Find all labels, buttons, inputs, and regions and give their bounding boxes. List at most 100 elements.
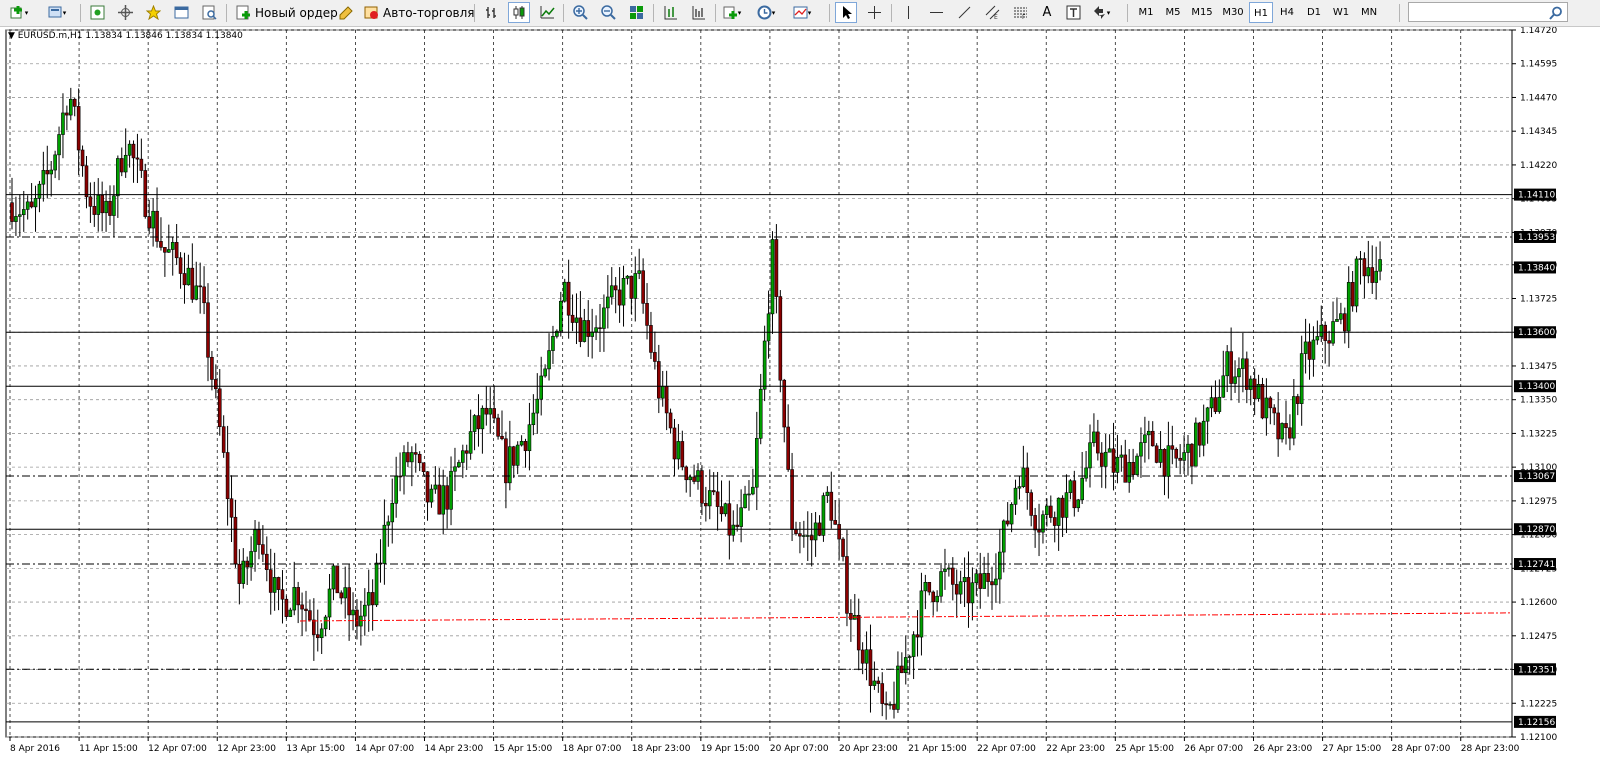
navigator-crosshair-icon[interactable]	[114, 2, 136, 23]
candle-body	[641, 270, 645, 304]
candle-body	[1135, 455, 1139, 476]
auto-trading-button[interactable]: Авто-торговля	[360, 2, 479, 23]
price-level-label: 1.12741	[1518, 560, 1555, 570]
candle-body	[65, 112, 69, 116]
time-tick-label: 11 Apr 15:00	[79, 744, 138, 754]
price-chart[interactable]: 1.147201.145951.144701.143451.142201.140…	[0, 27, 1600, 772]
candle-body	[288, 609, 293, 617]
vertical-line-icon[interactable]	[897, 2, 919, 23]
candle-body	[1174, 448, 1179, 459]
candle-body	[390, 502, 395, 523]
crosshair-icon[interactable]	[863, 2, 885, 23]
horizontal-line-icon[interactable]	[925, 2, 947, 23]
candle-body	[1119, 454, 1124, 458]
candle-body	[312, 619, 316, 635]
metaeditor-icon[interactable]	[334, 2, 356, 23]
candle-body	[143, 170, 148, 217]
candle-body	[649, 325, 653, 353]
fibonacci-retracement-icon[interactable]: F	[1009, 2, 1031, 23]
candle-body	[704, 502, 708, 507]
new-chart-icon[interactable]: ▾	[8, 2, 30, 23]
text-label-icon[interactable]	[1062, 2, 1084, 23]
candle-body	[539, 375, 544, 400]
candle-body	[770, 239, 775, 315]
favorites-star-icon[interactable]	[142, 2, 164, 23]
timeframe-mn[interactable]: MN	[1355, 2, 1383, 23]
bar-chart-icon[interactable]	[480, 2, 502, 23]
candle-body	[535, 398, 540, 414]
timeframe-m1[interactable]: M1	[1133, 2, 1159, 23]
candle-body	[1315, 336, 1320, 341]
chart-collapse-icon[interactable]: ▼	[8, 31, 15, 41]
price-tick-label: 1.14345	[1520, 127, 1557, 137]
time-tick-label: 14 Apr 07:00	[355, 744, 414, 754]
candle-body	[672, 427, 677, 460]
search-icon[interactable]	[1549, 5, 1563, 20]
timeframe-m30[interactable]: M30	[1218, 2, 1248, 23]
timeframe-m5[interactable]: M5	[1160, 2, 1186, 23]
candle-body	[527, 424, 532, 452]
trend-line-icon[interactable]	[953, 2, 975, 23]
time-tick-label: 22 Apr 07:00	[977, 744, 1036, 754]
candle-body	[1343, 313, 1347, 332]
candle-body	[754, 438, 759, 488]
candle-body	[1017, 486, 1022, 489]
price-level-label: 1.14110	[1518, 191, 1555, 201]
candle-body	[872, 680, 877, 686]
candle-body	[178, 257, 183, 274]
candle-body	[57, 134, 61, 156]
candle-body	[876, 680, 881, 684]
candle-body	[433, 484, 438, 490]
new-order-button[interactable]: Новый ордер	[232, 2, 342, 23]
text-tool-icon[interactable]: A	[1036, 2, 1058, 23]
terminal-window-icon[interactable]	[170, 2, 192, 23]
candle-body	[464, 450, 469, 454]
svg-text:E: E	[994, 14, 998, 20]
candlestick-chart-icon[interactable]	[508, 2, 530, 23]
candle-body	[186, 267, 191, 286]
candle-body	[743, 493, 747, 509]
candle-body	[284, 598, 289, 617]
zoom-in-icon[interactable]	[569, 2, 591, 23]
periods-clock-icon[interactable]: ▾	[755, 2, 777, 23]
time-tick-label: 20 Apr 07:00	[770, 744, 829, 754]
candle-body	[1233, 376, 1237, 384]
candle-body	[1049, 505, 1053, 518]
zoom-out-icon[interactable]	[597, 2, 619, 23]
chart-ohlc: 1.13834 1.13846 1.13834 1.13840	[85, 31, 243, 41]
candle-body	[943, 568, 947, 572]
timeframe-d1[interactable]: D1	[1301, 2, 1327, 23]
arrows-icon[interactable]: ▾	[1090, 2, 1112, 23]
strategy-tester-icon[interactable]	[198, 2, 220, 23]
timeframe-h4[interactable]: H4	[1274, 2, 1300, 23]
candle-body	[668, 412, 673, 429]
timeframe-w1[interactable]: W1	[1328, 2, 1354, 23]
timeframe-h1[interactable]: H1	[1249, 2, 1273, 23]
candle-body	[1158, 449, 1163, 463]
profiles-icon[interactable]: ▾	[46, 2, 68, 23]
line-chart-icon[interactable]	[536, 2, 558, 23]
candle-body	[782, 379, 787, 428]
market-watch-icon[interactable]	[86, 2, 108, 23]
candle-body	[468, 431, 473, 454]
tile-windows-icon[interactable]	[625, 2, 647, 23]
templates-icon[interactable]: ▾	[791, 2, 813, 23]
indicators-icon[interactable]: ▾	[721, 2, 743, 23]
equidistant-channel-icon[interactable]: E	[981, 2, 1003, 23]
candle-body	[147, 216, 151, 229]
candle-body	[33, 198, 38, 208]
auto-scroll-icon[interactable]	[687, 2, 709, 23]
candle-body	[1245, 358, 1249, 390]
cursor-icon[interactable]	[835, 2, 857, 23]
candle-body	[1115, 456, 1120, 473]
candle-body	[531, 412, 536, 426]
chart-window[interactable]: 1.147201.145951.144701.143451.142201.140…	[0, 27, 1600, 772]
candle-body	[96, 194, 101, 215]
timeframe-m15[interactable]: M15	[1187, 2, 1217, 23]
search-input[interactable]	[1408, 2, 1568, 22]
candle-body	[1186, 443, 1190, 453]
chart-shift-icon[interactable]	[659, 2, 681, 23]
candle-body	[229, 498, 234, 518]
candle-body	[276, 577, 281, 590]
time-tick-label: 12 Apr 23:00	[217, 744, 276, 754]
